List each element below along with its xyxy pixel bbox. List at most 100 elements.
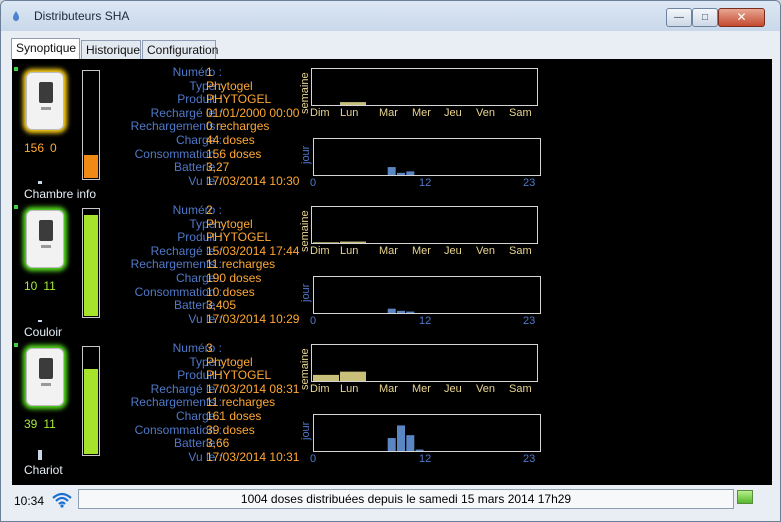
dispenser-icon[interactable]	[26, 210, 64, 268]
hour-tick-label: 12	[419, 315, 432, 327]
field-value-charge: 161 doses	[206, 409, 262, 423]
field-value-type: Phytogel	[206, 216, 253, 231]
field-value-consommation: 39 doses	[206, 422, 255, 437]
fill-gauge	[82, 70, 100, 180]
count-a: 10	[24, 279, 38, 293]
hour-tick-label: 12	[419, 177, 432, 189]
field-value-rechargements: 11 recharges	[206, 395, 276, 410]
hour-tick-label: 0	[310, 315, 317, 327]
weekday-label: Jeu	[444, 383, 462, 395]
tab-synoptique[interactable]: Synoptique	[11, 38, 80, 60]
week-chart	[311, 344, 538, 382]
field-value-recharge_le: 15/03/2014 17:44	[206, 243, 300, 258]
field-value-consommation: 10 doses	[206, 284, 255, 299]
weekday-label: Jeu	[444, 245, 462, 257]
field-value-type: Phytogel	[206, 354, 253, 369]
signal-bar	[38, 450, 42, 460]
close-button[interactable]: ✕	[718, 8, 765, 27]
weekday-label: Mar	[379, 245, 398, 257]
fill-gauge	[82, 208, 100, 318]
weekday-label: Jeu	[444, 107, 462, 119]
gauge-fill	[84, 215, 98, 316]
signal-bar	[38, 181, 42, 184]
field-value-recharge_le: 01/01/2000 00:00	[206, 105, 300, 120]
field-value-numero: 3	[206, 341, 213, 355]
status-led	[14, 67, 18, 71]
weekday-label: Mer	[412, 107, 431, 119]
field-value-rechargements: 0 recharges	[206, 119, 270, 134]
weekday-label: Ven	[476, 107, 495, 119]
field-value-produit: PHYTOGEL	[206, 368, 272, 383]
field-value-charge: 44 doses	[206, 133, 255, 147]
dispenser-icon[interactable]	[26, 348, 64, 406]
count-a: 39	[24, 417, 38, 431]
field-value-produit: PHYTOGEL	[206, 230, 272, 245]
dispenser-nozzle	[41, 245, 51, 248]
day-chart-svg	[387, 167, 415, 175]
status-indicator-icon	[737, 490, 753, 504]
hour-bar	[397, 172, 405, 175]
day-chart	[313, 276, 541, 314]
hour-tick-label: 0	[310, 453, 317, 465]
weekday-label: Sam	[509, 107, 532, 119]
hour-tick-label: 23	[523, 177, 536, 189]
weekday-label: Mer	[412, 383, 431, 395]
hour-bar	[397, 310, 405, 313]
hour-tick-label: 12	[419, 453, 432, 465]
field-value-numero: 2	[206, 203, 213, 217]
week-bar	[313, 374, 339, 381]
clock: 10:34	[14, 494, 45, 508]
tab-historique[interactable]: Historique	[81, 40, 141, 59]
week-bar	[340, 241, 366, 243]
weekday-label: Sam	[509, 245, 532, 257]
title-bar[interactable]: Distributeurs SHA — □ ✕	[1, 1, 780, 31]
dispenser-slot	[39, 220, 53, 241]
weekday-label: Dim	[310, 107, 330, 119]
status-led	[14, 205, 18, 209]
signal-bar	[38, 320, 42, 322]
week-chart-svg	[313, 241, 366, 243]
day-chart-svg	[387, 308, 415, 313]
hour-bar	[415, 449, 424, 451]
wifi-icon	[52, 492, 72, 508]
weekday-label: Lun	[340, 107, 359, 119]
dispenser-slot	[39, 82, 53, 103]
maximize-button[interactable]: □	[692, 8, 718, 27]
hour-bar	[406, 171, 415, 175]
location-label: Chambre info	[24, 187, 97, 201]
field-value-batterie: 3,405	[206, 298, 237, 313]
week-bar	[313, 242, 339, 243]
hour-bar	[406, 311, 415, 313]
weekday-label: Mar	[379, 383, 398, 395]
field-value-type: Phytogel	[206, 78, 253, 93]
device-panel: 10 11 Couloir Numéro :2 Type : Phytogel Produi…	[12, 202, 772, 340]
status-bar: 10:34 1004 doses distribuées depuis le s…	[1, 486, 780, 521]
count-b: 0	[50, 141, 57, 155]
weekday-label: Mer	[412, 245, 431, 257]
minimize-button[interactable]: —	[666, 8, 692, 27]
count-b: 11	[43, 279, 56, 293]
location-label: Chariot	[24, 463, 63, 477]
hour-bar	[406, 435, 415, 451]
week-chart-svg	[340, 102, 366, 105]
dispenser-icon[interactable]	[26, 72, 64, 130]
field-value-batterie: 3,66	[206, 436, 230, 451]
status-led	[14, 343, 18, 347]
dispenser-slot	[39, 358, 53, 379]
tab-configuration[interactable]: Configuration	[142, 40, 218, 59]
hour-bar	[387, 438, 396, 451]
weekday-label: Lun	[340, 245, 359, 257]
weekday-label: Ven	[476, 245, 495, 257]
day-chart	[313, 414, 541, 452]
day-axis-label: jour	[300, 283, 312, 302]
fill-gauge	[82, 346, 100, 456]
field-value-vu_le: 17/03/2014 10:30	[206, 173, 300, 188]
app-window: Distributeurs SHA — □ ✕ Synoptique Histo…	[0, 0, 781, 522]
location-label: Couloir	[24, 325, 63, 339]
hour-tick-label: 23	[523, 453, 536, 465]
dose-counters: 156 0	[24, 141, 63, 155]
field-value-numero: 1	[206, 65, 213, 79]
week-bar	[340, 102, 366, 105]
dispenser-nozzle	[41, 107, 51, 110]
field-value-batterie: 3,27	[206, 160, 230, 175]
